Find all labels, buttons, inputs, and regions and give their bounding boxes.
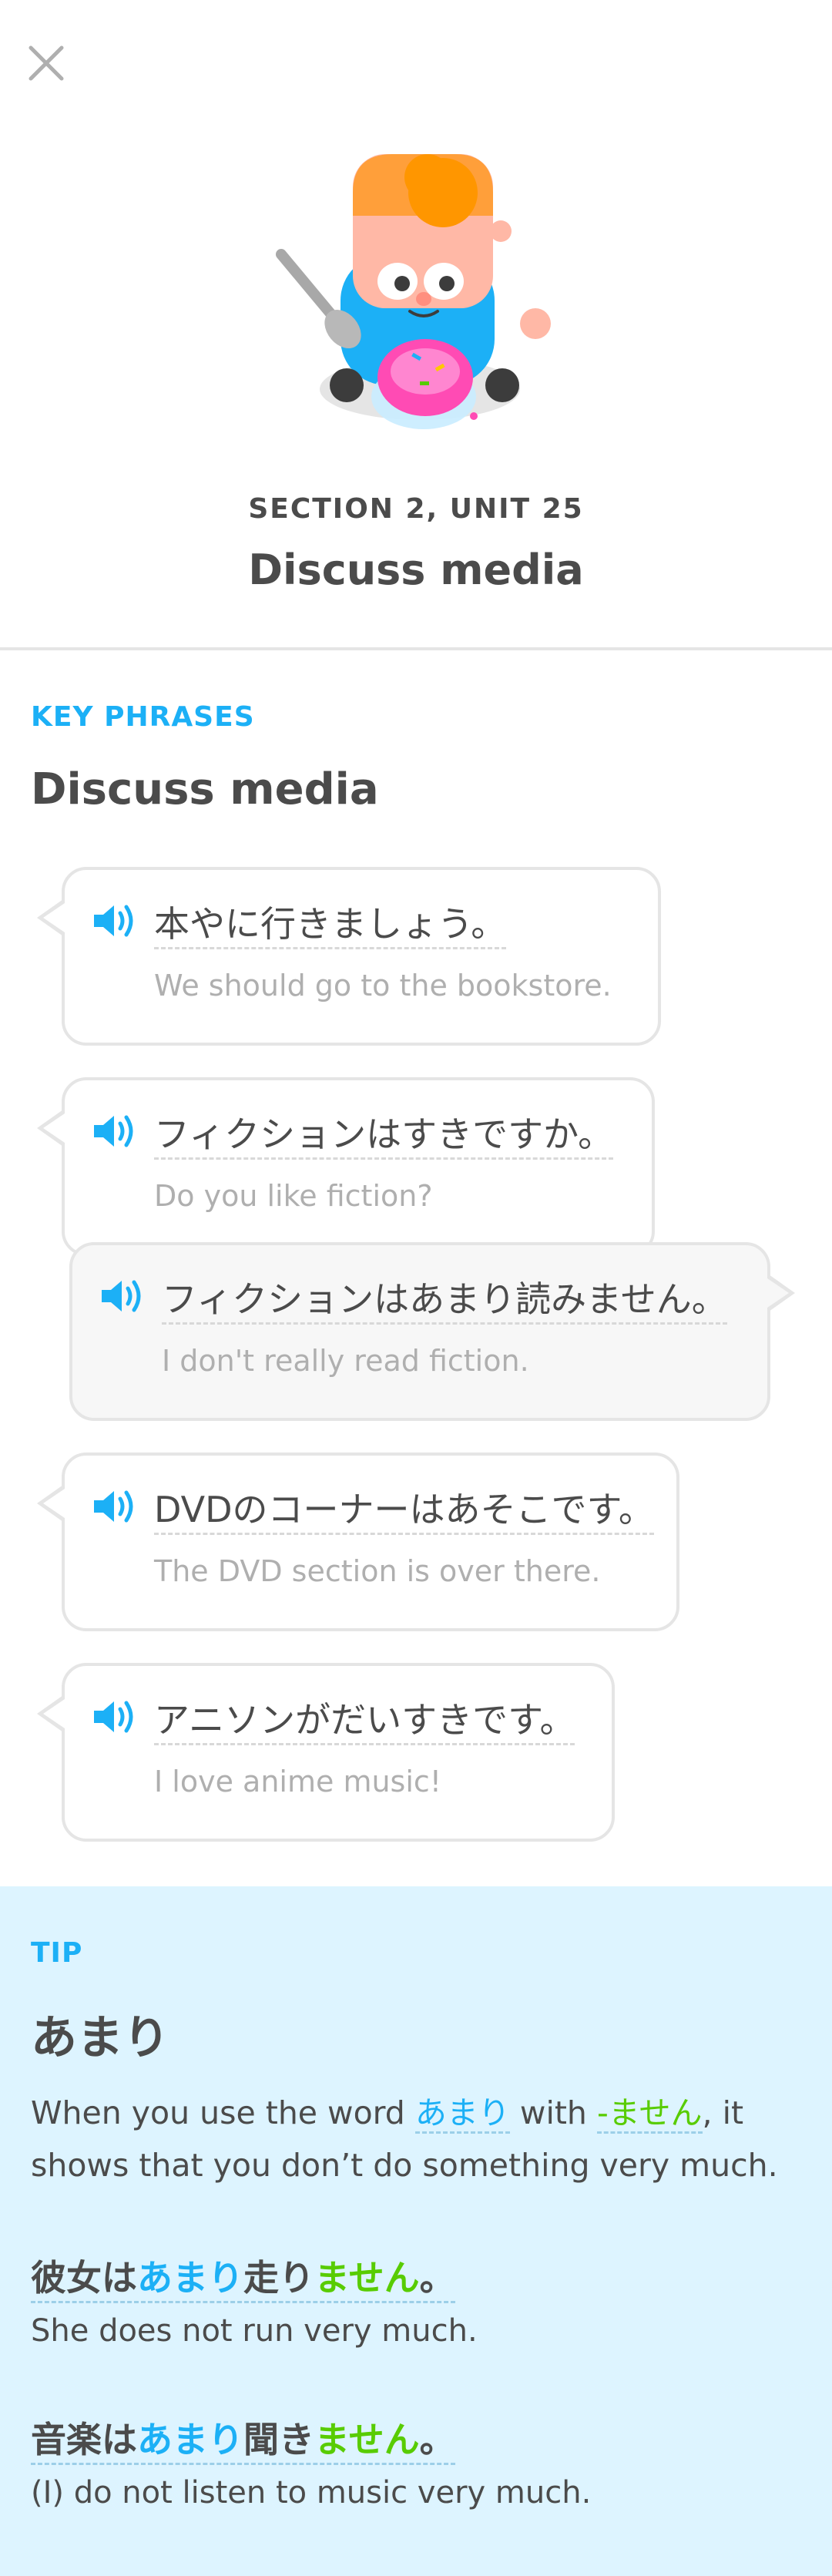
close-icon	[29, 45, 64, 81]
tip-example-english: (I) do not listen to music very much.	[31, 2475, 592, 2511]
example-highlight-masen: ません	[314, 2257, 420, 2299]
phrase-japanese[interactable]: DVDのコーナーはあそこです。	[154, 1486, 654, 1535]
tip-example-japanese[interactable]: 音楽はあまり聞きません。	[31, 2416, 455, 2465]
tip-title: あまり	[31, 2011, 169, 2065]
phrase-bubble[interactable]: フィクションはあまり読みません。 I don't really read fic…	[69, 1242, 795, 1421]
phrase-bubble[interactable]: DVDのコーナーはあそこです。 The DVD section is over …	[37, 1453, 679, 1631]
bubble-tail	[43, 1699, 65, 1728]
example-text: 。	[419, 2419, 455, 2460]
character-illustration	[262, 146, 570, 455]
phrase-english: I love anime music!	[154, 1765, 442, 1798]
phrase-english: The DVD section is over there.	[154, 1554, 601, 1588]
phrase-japanese[interactable]: フィクションはすきですか。	[154, 1111, 614, 1160]
tip-label: TIP	[31, 1937, 83, 1969]
tip-body: When you use the word あまり with -ません, it …	[31, 2087, 801, 2191]
tip-section: TIP あまり When you use the word あまり with -…	[0, 1886, 832, 2576]
close-button[interactable]	[22, 39, 71, 88]
example-highlight-amari: あまり	[137, 2419, 243, 2460]
example-text: 音楽は	[31, 2419, 137, 2460]
example-highlight-masen: ません	[314, 2419, 420, 2460]
speaker-icon[interactable]	[91, 901, 137, 941]
example-text: 彼女は	[31, 2257, 137, 2299]
example-text: 走り	[243, 2257, 314, 2299]
phrase-english: Do you like fiction?	[154, 1179, 433, 1213]
phrase-japanese[interactable]: アニソンがだいすきです。	[154, 1697, 575, 1745]
bubble-tail	[43, 1113, 65, 1143]
example-text: 聞き	[243, 2419, 314, 2460]
phrase-bubble[interactable]: フィクションはすきですか。 Do you like fiction?	[37, 1077, 655, 1256]
phrase-english: I don't really read fiction.	[162, 1344, 529, 1378]
tip-highlight-amari[interactable]: あまり	[414, 2094, 510, 2134]
example-highlight-amari: あまり	[137, 2257, 243, 2299]
speaker-icon[interactable]	[91, 1111, 137, 1151]
phrase-japanese[interactable]: フィクションはあまり読みません。	[162, 1276, 727, 1325]
unit-title: Discuss media	[248, 546, 584, 594]
tip-body-text: When you use the word	[31, 2094, 415, 2131]
tip-body-text: with	[509, 2094, 597, 2131]
tip-example-japanese[interactable]: 彼女はあまり走りません。	[31, 2255, 455, 2303]
section-label: SECTION 2, UNIT 25	[248, 493, 584, 525]
example-text: 。	[419, 2257, 455, 2299]
phrase-bubble[interactable]: 本やに行きましょう。 We should go to the bookstore…	[37, 867, 661, 1046]
phrase-english: We should go to the bookstore.	[154, 969, 612, 1003]
bubble-tail	[767, 1278, 789, 1308]
divider	[0, 647, 832, 650]
speaker-icon[interactable]	[91, 1486, 137, 1526]
bubble-tail	[43, 903, 65, 932]
tip-highlight-masen[interactable]: -ません	[596, 2094, 703, 2134]
phrase-bubble[interactable]: アニソンがだいすきです。 I love anime music!	[37, 1663, 615, 1842]
key-phrases-label: KEY PHRASES	[31, 701, 255, 733]
phrase-japanese[interactable]: 本やに行きましょう。	[154, 901, 507, 949]
speaker-icon[interactable]	[91, 1697, 137, 1737]
speaker-icon[interactable]	[99, 1276, 145, 1316]
tip-example-english: She does not run very much.	[31, 2313, 478, 2349]
bubble-tail	[43, 1489, 65, 1518]
key-phrases-title: Discuss media	[31, 764, 379, 814]
